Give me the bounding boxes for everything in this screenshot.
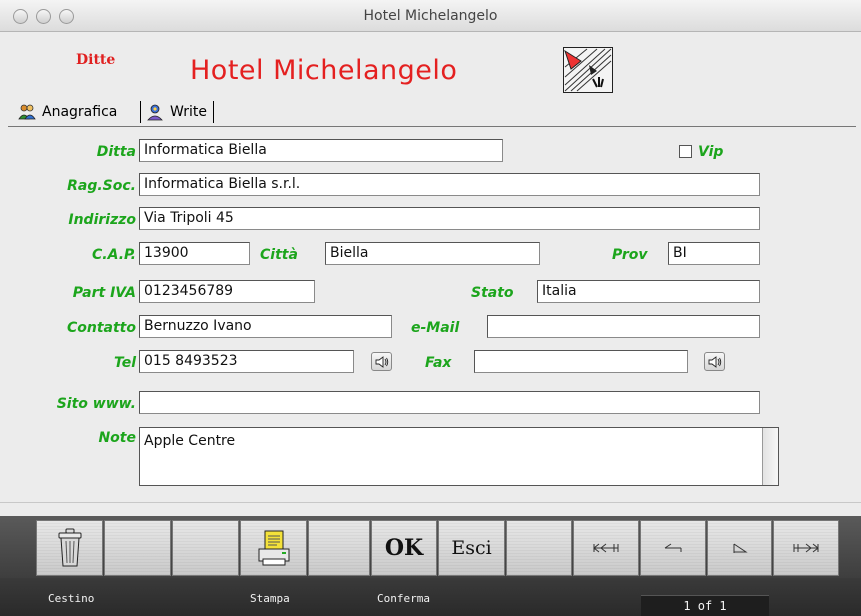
footer-divider: [0, 502, 861, 503]
tab-write-label: Write: [170, 104, 207, 120]
cap-label: C.A.P.: [92, 247, 136, 263]
tab-anagrafica[interactable]: Anagrafica: [18, 100, 117, 124]
note-text: Apple Centre: [144, 433, 236, 449]
cap-field[interactable]: 13900: [139, 242, 250, 265]
action-toolbar: OK Esci: [0, 516, 861, 578]
next-record-button[interactable]: [707, 520, 772, 576]
trash-can-icon: [58, 528, 81, 567]
page-indicator: 1 of 1: [641, 595, 769, 616]
sito-field[interactable]: [139, 391, 760, 414]
ok-button[interactable]: OK: [371, 520, 437, 576]
fax-field[interactable]: [474, 350, 688, 373]
trash-button[interactable]: [36, 520, 103, 576]
prov-field[interactable]: BI: [668, 242, 760, 265]
contatto-label: Contatto: [66, 320, 136, 336]
first-record-button[interactable]: [573, 520, 639, 576]
rag-soc-field[interactable]: Informatica Biella s.r.l.: [139, 173, 760, 196]
part-iva-field[interactable]: 0123456789: [139, 280, 315, 303]
email-field[interactable]: [487, 315, 760, 338]
write-people-icon: [147, 104, 163, 121]
ditta-label: Ditta: [96, 144, 136, 160]
contatto-field[interactable]: Bernuzzo Ivano: [139, 315, 392, 338]
tab-separator: [140, 101, 141, 123]
title-bar: Hotel Michelangelo: [0, 0, 861, 32]
note-label: Note: [98, 430, 136, 446]
ditta-field[interactable]: Informatica Biella: [139, 139, 503, 162]
note-scrollbar[interactable]: [762, 428, 778, 485]
toolbar-empty-button[interactable]: [172, 520, 239, 576]
citta-field[interactable]: Biella: [325, 242, 540, 265]
drawing-tools-logo-icon: [563, 47, 613, 93]
tel-field[interactable]: 015 8493523: [139, 350, 354, 373]
company-title: Hotel Michelangelo: [190, 55, 458, 86]
app-window: Hotel Michelangelo Ditte Hotel Michelang…: [0, 0, 861, 616]
print-caption: Stampa: [250, 592, 290, 605]
indirizzo-label: Indirizzo: [68, 212, 136, 228]
trash-caption: Cestino: [48, 592, 95, 605]
tab-separator: [213, 101, 214, 123]
vip-checkbox[interactable]: [679, 145, 692, 158]
tab-write[interactable]: Write: [146, 100, 207, 124]
last-record-icon: [793, 543, 819, 553]
first-record-icon: [593, 543, 619, 553]
prov-label: Prov: [612, 247, 648, 263]
speaker-icon: [708, 355, 721, 368]
email-label: e-Mail: [411, 320, 460, 336]
citta-label: Città: [260, 247, 298, 263]
last-record-button[interactable]: [773, 520, 839, 576]
previous-record-icon: [664, 543, 682, 552]
section-label: Ditte: [76, 52, 116, 68]
sito-label: Sito www.: [56, 396, 136, 412]
vip-label: Vip: [698, 144, 724, 160]
print-button[interactable]: [240, 520, 307, 576]
next-record-icon: [733, 543, 748, 553]
toolbar-empty-button[interactable]: [104, 520, 171, 576]
previous-record-button[interactable]: [640, 520, 706, 576]
tel-label: Tel: [113, 355, 136, 371]
toolbar-empty-button[interactable]: [308, 520, 370, 576]
fax-dial-button[interactable]: [704, 352, 725, 371]
tel-dial-button[interactable]: [371, 352, 392, 371]
part-iva-label: Part IVA: [72, 285, 136, 301]
tab-anagrafica-label: Anagrafica: [42, 104, 118, 120]
exit-label: Esci: [451, 537, 492, 559]
indirizzo-field[interactable]: Via Tripoli 45: [139, 207, 760, 230]
people-icon: [18, 104, 36, 120]
rag-soc-label: Rag.Soc.: [67, 178, 136, 194]
printer-icon: [258, 530, 289, 566]
stato-label: Stato: [471, 285, 514, 301]
toolbar-label-bar: Cestino Stampa Conferma 1 of 1: [0, 578, 861, 616]
fax-label: Fax: [425, 355, 452, 371]
window-title: Hotel Michelangelo: [363, 8, 498, 24]
ok-label: OK: [384, 535, 424, 561]
exit-button[interactable]: Esci: [438, 520, 505, 576]
toolbar-empty-button[interactable]: [506, 520, 572, 576]
speaker-icon: [375, 355, 388, 368]
confirm-caption: Conferma: [377, 592, 430, 605]
stato-field[interactable]: Italia: [537, 280, 760, 303]
note-textarea[interactable]: Apple Centre: [139, 427, 779, 486]
